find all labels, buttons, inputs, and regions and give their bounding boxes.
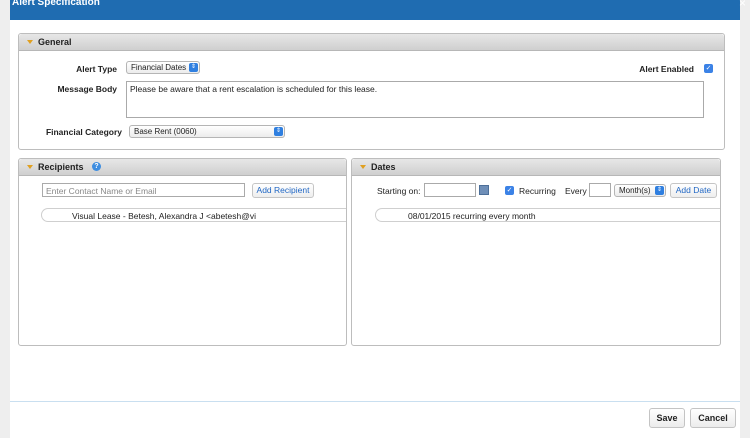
recipients-panel-header[interactable]: Recipients ?: [19, 159, 346, 176]
recipient-list-item[interactable]: Visual Lease - Betesh, Alexandra J <abet…: [41, 208, 346, 222]
message-body-label: Message Body: [57, 84, 117, 94]
cancel-button[interactable]: Cancel: [690, 408, 736, 428]
close-icon[interactable]: ×: [739, 0, 746, 10]
alert-specification-dialog: Alert Specification × General Alert Type…: [10, 0, 746, 438]
select-chevron-icon: ⇕: [655, 186, 664, 195]
starting-on-input[interactable]: [424, 183, 476, 197]
footer-divider: [10, 401, 740, 402]
collapse-arrow-icon[interactable]: [27, 40, 33, 44]
recipient-list-item-label: Visual Lease - Betesh, Alexandra J <abet…: [72, 211, 257, 221]
add-date-button[interactable]: Add Date: [670, 183, 717, 198]
period-select[interactable]: Month(s) ⇕: [614, 184, 666, 197]
every-input[interactable]: [589, 183, 611, 197]
financial-category-select[interactable]: Base Rent (0060) ⇕: [129, 125, 285, 138]
general-panel-title: General: [38, 37, 72, 47]
alert-type-label: Alert Type: [76, 64, 117, 74]
alert-type-value: Financial Dates: [131, 63, 187, 72]
dates-panel-header[interactable]: Dates: [352, 159, 720, 176]
contact-search-placeholder: Enter Contact Name or Email: [46, 186, 157, 196]
add-recipient-button[interactable]: Add Recipient: [252, 183, 314, 198]
period-value: Month(s): [619, 186, 651, 195]
financial-category-value: Base Rent (0060): [134, 127, 197, 136]
financial-category-label: Financial Category: [45, 127, 122, 137]
message-body-textarea[interactable]: Please be aware that a rent escalation i…: [126, 81, 704, 118]
select-chevron-icon: ⇕: [274, 127, 283, 136]
recipients-panel-title: Recipients: [38, 162, 84, 172]
date-list-item-label: 08/01/2015 recurring every month: [408, 211, 536, 221]
starting-on-label: Starting on:: [377, 186, 421, 196]
dialog-titlebar[interactable]: Alert Specification ×: [10, 0, 746, 20]
general-panel-header[interactable]: General: [19, 34, 724, 51]
collapse-arrow-icon[interactable]: [27, 165, 33, 169]
dates-panel-title: Dates: [371, 162, 396, 172]
message-body-value: Please be aware that a rent escalation i…: [130, 84, 378, 94]
dialog-title: Alert Specification: [12, 0, 100, 8]
recurring-label: Recurring: [519, 186, 556, 196]
date-list-item[interactable]: 08/01/2015 recurring every month: [375, 208, 720, 222]
calendar-icon[interactable]: [479, 185, 489, 195]
alert-enabled-checkbox[interactable]: ✓: [704, 64, 713, 73]
contact-search-input[interactable]: Enter Contact Name or Email: [42, 183, 245, 197]
select-chevron-icon: ⇕: [189, 63, 198, 72]
general-panel: General Alert Type Financial Dates ⇕ Ale…: [18, 33, 725, 150]
dates-panel: Dates Starting on: ✓ Recurring Every Mon…: [351, 158, 721, 346]
help-icon[interactable]: ?: [92, 162, 101, 171]
every-label: Every: [565, 186, 587, 196]
collapse-arrow-icon[interactable]: [360, 165, 366, 169]
recipients-panel: Recipients ? Enter Contact Name or Email…: [18, 158, 347, 346]
alert-enabled-label: Alert Enabled: [639, 64, 694, 74]
recurring-checkbox[interactable]: ✓: [505, 186, 514, 195]
alert-type-select[interactable]: Financial Dates ⇕: [126, 61, 200, 74]
save-button[interactable]: Save: [649, 408, 685, 428]
